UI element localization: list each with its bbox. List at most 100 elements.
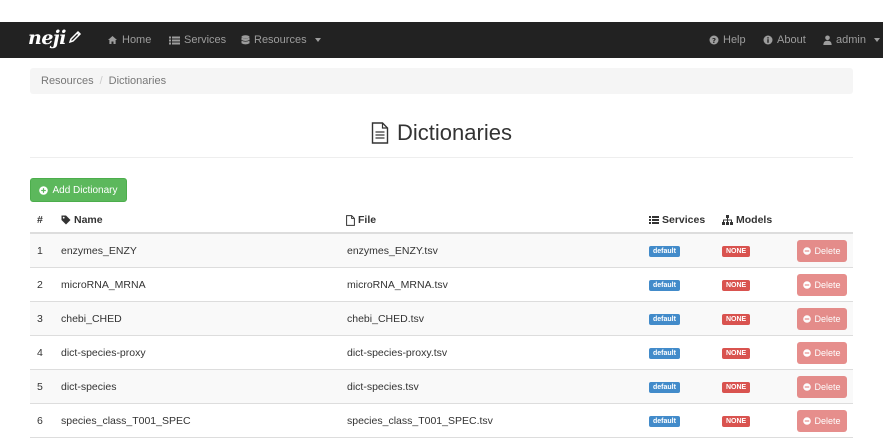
add-dictionary-label: Add Dictionary <box>52 184 118 196</box>
nav-resources-dropdown[interactable]: Resources <box>241 22 321 58</box>
dictionary-file: microRNA_MRNA.tsv <box>347 279 448 291</box>
plus-circle-icon <box>39 185 49 195</box>
navbar: neji Home Services Resources ? Help Abou… <box>0 22 883 58</box>
header-num: # <box>37 214 43 226</box>
question-circle-icon: ? <box>709 35 719 45</box>
nav-about[interactable]: About <box>763 22 806 58</box>
title-divider <box>30 157 853 158</box>
caret-down-icon <box>314 38 321 42</box>
row-number: 2 <box>37 279 43 291</box>
table-row: 5 dict-species dict-species.tsv default NONE… <box>30 370 853 404</box>
user-icon <box>823 35 832 45</box>
dictionaries-table: # Name File Services Models 1 enzymes_ENZ… <box>30 206 853 438</box>
header-services: Services <box>649 206 705 234</box>
info-circle-icon <box>763 35 773 45</box>
dictionary-name: species_class_T001_SPEC <box>61 415 191 427</box>
dictionary-file: enzymes_ENZY.tsv <box>347 245 438 257</box>
dictionary-file: species_class_T001_SPEC.tsv <box>347 415 493 427</box>
brand-logo[interactable]: neji <box>28 27 83 49</box>
delete-label: Delete <box>814 416 841 426</box>
minus-circle-icon <box>803 349 812 357</box>
minus-circle-icon <box>803 417 812 425</box>
service-badge: default <box>649 382 680 393</box>
nav-home-label: Home <box>122 34 152 46</box>
table-header: # Name File Services Models <box>30 206 853 234</box>
dictionary-file: dict-species.tsv <box>347 381 419 393</box>
table-row: 6 species_class_T001_SPEC species_class_T0… <box>30 404 853 438</box>
row-number: 5 <box>37 381 43 393</box>
add-dictionary-button[interactable]: Add Dictionary <box>30 178 127 202</box>
table-body: 1 enzymes_ENZY enzymes_ENZY.tsv default NONE… <box>30 234 853 438</box>
model-badge: NONE <box>722 280 751 291</box>
delete-button[interactable]: Delete <box>797 240 847 262</box>
table-row: 1 enzymes_ENZY enzymes_ENZY.tsv default NONE… <box>30 234 853 268</box>
list-icon <box>649 216 659 224</box>
delete-button[interactable]: Delete <box>797 274 847 296</box>
nav-resources-label: Resources <box>254 34 307 46</box>
row-number: 1 <box>37 245 43 257</box>
header-file: File <box>346 206 376 234</box>
model-badge: NONE <box>722 246 751 257</box>
svg-text:?: ? <box>712 37 716 45</box>
model-badge: NONE <box>722 416 751 427</box>
delete-label: Delete <box>814 280 841 290</box>
nav-help[interactable]: ? Help <box>709 22 746 58</box>
delete-button[interactable]: Delete <box>797 308 847 330</box>
delete-button[interactable]: Delete <box>797 342 847 364</box>
database-icon <box>241 35 250 45</box>
nav-services-label: Services <box>184 34 227 46</box>
tag-icon <box>61 215 71 225</box>
delete-button[interactable]: Delete <box>797 376 847 398</box>
row-number: 4 <box>37 347 43 359</box>
nav-user-dropdown[interactable]: admin <box>823 22 880 58</box>
header-models: Models <box>722 206 772 234</box>
row-number: 6 <box>37 415 43 427</box>
sitemap-icon <box>722 215 733 225</box>
model-badge: NONE <box>722 382 751 393</box>
table-row: 2 microRNA_MRNA microRNA_MRNA.tsv default NO… <box>30 268 853 302</box>
row-number: 3 <box>37 313 43 325</box>
header-name: Name <box>61 206 103 234</box>
dictionary-name: dict-species <box>61 381 117 393</box>
delete-label: Delete <box>814 314 841 324</box>
nav-user-label: admin <box>836 34 866 46</box>
delete-button[interactable]: Delete <box>797 410 847 432</box>
service-badge: default <box>649 246 680 257</box>
delete-label: Delete <box>814 382 841 392</box>
nav-about-label: About <box>777 34 806 46</box>
page-title: Dictionaries <box>0 120 883 146</box>
model-badge: NONE <box>722 348 751 359</box>
nav-services[interactable]: Services <box>169 22 226 58</box>
model-badge: NONE <box>722 314 751 325</box>
breadcrumb: Resources / Dictionaries <box>30 68 853 94</box>
delete-label: Delete <box>814 246 841 256</box>
list-icon <box>169 36 180 45</box>
nav-home[interactable]: Home <box>107 22 151 58</box>
dictionary-file: chebi_CHED.tsv <box>347 313 425 325</box>
table-row: 3 chebi_CHED chebi_CHED.tsv default NONE Dele… <box>30 302 853 336</box>
file-icon <box>346 214 355 226</box>
service-badge: default <box>649 348 680 359</box>
breadcrumb-separator: / <box>99 75 103 87</box>
dictionary-name: chebi_CHED <box>61 313 122 325</box>
minus-circle-icon <box>803 315 812 323</box>
service-badge: default <box>649 314 680 325</box>
service-badge: default <box>649 416 680 427</box>
home-icon <box>107 35 118 45</box>
caret-down-icon <box>873 38 880 42</box>
dictionary-name: dict-species-proxy <box>61 347 146 359</box>
page-title-text: Dictionaries <box>397 120 512 145</box>
dictionary-file: dict-species-proxy.tsv <box>347 347 448 359</box>
delete-label: Delete <box>814 348 841 358</box>
minus-circle-icon <box>803 281 812 289</box>
minus-circle-icon <box>803 383 812 391</box>
breadcrumb-current: Dictionaries <box>108 75 167 87</box>
table-row: 4 dict-species-proxy dict-species-proxy.ts… <box>30 336 853 370</box>
service-badge: default <box>649 280 680 291</box>
pencil-icon <box>68 30 82 43</box>
breadcrumb-resources[interactable]: Resources <box>41 75 94 87</box>
nav-help-label: Help <box>723 34 746 46</box>
file-text-icon <box>371 122 389 144</box>
brand-name: neji <box>28 27 67 49</box>
minus-circle-icon <box>803 247 812 255</box>
